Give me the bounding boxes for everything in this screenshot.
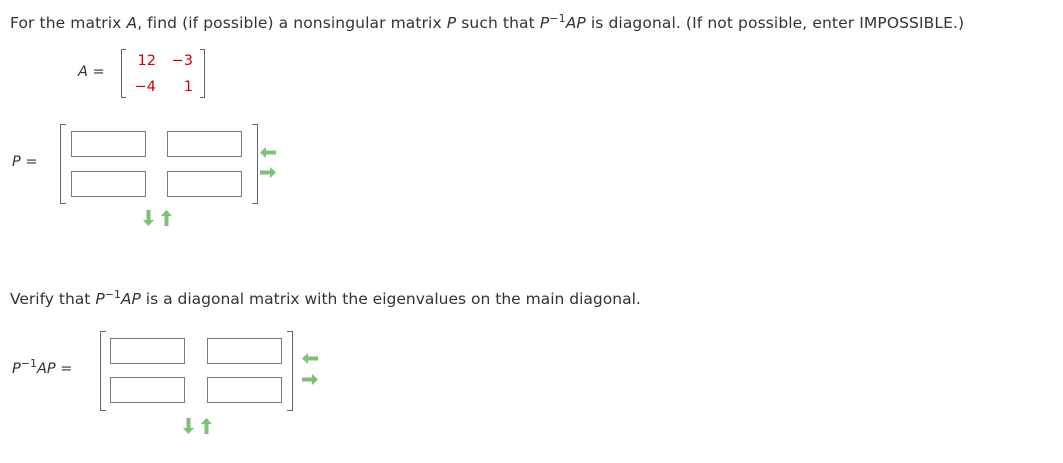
- expr-p: P: [95, 290, 105, 308]
- matrix-p-entry-input[interactable]: [71, 131, 146, 157]
- matrix-a-left-bracket: [121, 49, 126, 98]
- add-column-arrow-icon[interactable]: [260, 167, 276, 178]
- matrix-a-label: A =: [78, 64, 105, 80]
- add-row-arrow-icon[interactable]: [143, 210, 154, 226]
- add-row-arrow-icon[interactable]: [183, 418, 194, 434]
- matrix-a-right-bracket: [200, 49, 205, 98]
- question-text-part: such that: [456, 14, 540, 32]
- matrix-a-entry: −3: [171, 53, 193, 69]
- remove-column-arrow-icon[interactable]: [260, 147, 276, 158]
- matrix-diag-entry-input[interactable]: [110, 338, 185, 364]
- question-text-part: For the matrix: [10, 14, 127, 32]
- matrix-p-entry-input[interactable]: [167, 171, 242, 197]
- expr-p: P: [539, 14, 550, 32]
- verify-text: Verify that P−1AP is a diagonal matrix w…: [10, 288, 641, 308]
- add-column-arrow-icon[interactable]: [302, 374, 318, 385]
- matrix-p-left-bracket: [60, 124, 66, 204]
- matrix-diag-left-bracket: [100, 331, 106, 411]
- expr-ap: AP: [120, 290, 141, 308]
- remove-row-arrow-icon[interactable]: [161, 210, 172, 226]
- expr-exponent: −1: [104, 288, 121, 301]
- matrix-diag-right-bracket: [287, 331, 293, 411]
- matrix-p-right-bracket: [252, 124, 258, 204]
- question-text: For the matrix A, find (if possible) a n…: [10, 12, 965, 32]
- expr-exponent: −1: [549, 12, 566, 25]
- remove-column-arrow-icon[interactable]: [302, 353, 318, 364]
- matrix-diag-entry-input[interactable]: [207, 338, 282, 364]
- matrix-a-entry: −4: [134, 79, 156, 95]
- matrix-diag-entry-input[interactable]: [207, 377, 282, 403]
- matrix-a-entry: 1: [183, 79, 193, 95]
- matrix-a-entry: 12: [137, 53, 156, 69]
- matrix-p-entry-input[interactable]: [167, 131, 242, 157]
- var-a: A: [126, 14, 138, 32]
- matrix-diag-label: P−1AP =: [12, 357, 73, 377]
- verify-text-part: is a diagonal matrix with the eigenvalue…: [140, 290, 641, 308]
- expr-ap: AP: [565, 14, 586, 32]
- var-p: P: [446, 14, 457, 32]
- matrix-p-label: P =: [12, 154, 38, 170]
- remove-row-arrow-icon[interactable]: [201, 418, 212, 434]
- question-text-part: is diagonal. (If not possible, enter IMP…: [585, 14, 965, 32]
- question-text-part: , find (if possible) a nonsingular matri…: [137, 14, 447, 32]
- matrix-p-entry-input[interactable]: [71, 171, 146, 197]
- verify-text-part: Verify that: [10, 290, 96, 308]
- matrix-diag-entry-input[interactable]: [110, 377, 185, 403]
